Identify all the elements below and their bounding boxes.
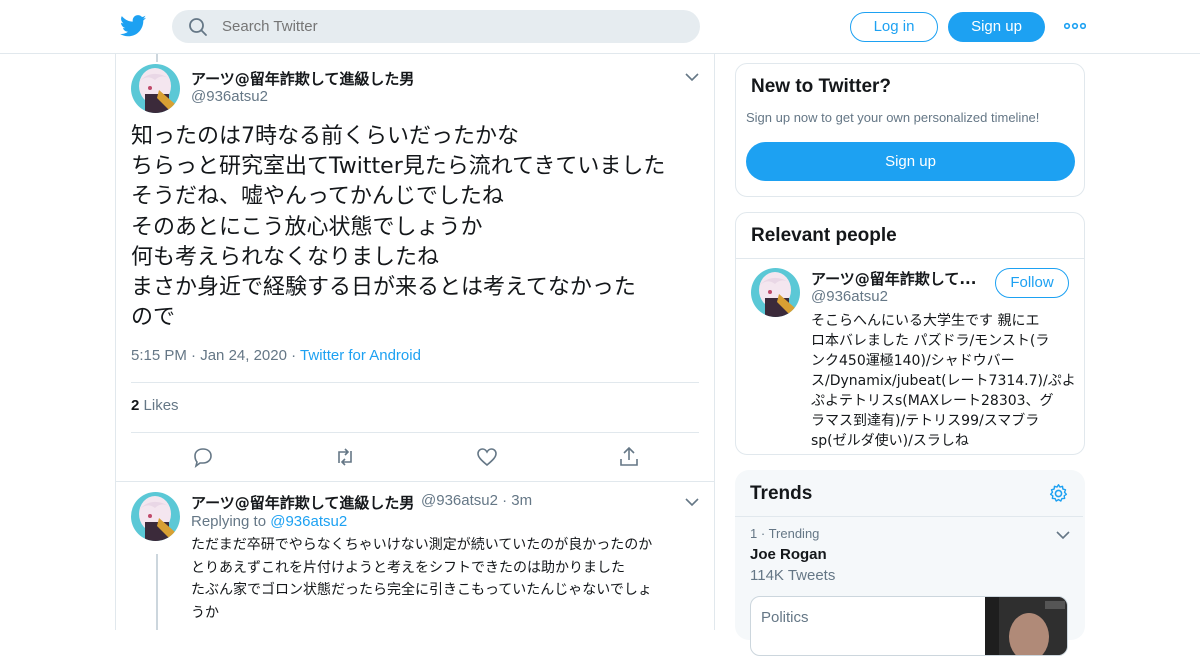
person-avatar[interactable] [751, 268, 800, 317]
search-icon [189, 18, 207, 36]
person-handle[interactable]: @936atsu2 [811, 288, 888, 305]
chevron-down-icon[interactable] [684, 72, 700, 82]
replying-to-label: Replying to [191, 513, 267, 530]
trend-rank: 1 [750, 526, 758, 541]
tweet-body: 知ったのは7時なる前くらいだったかな ちらっと研究室出てTwitter見たら流れ… [131, 122, 706, 333]
reply-author-handle[interactable]: @936atsu2 [421, 492, 498, 509]
likes-count[interactable]: 2 Likes [131, 397, 179, 414]
tweet-date[interactable]: Jan 24, 2020 [200, 347, 287, 364]
tweet-text-line: そうだね、嘘やんってかんじでしたね [131, 184, 504, 210]
share-icon[interactable] [617, 445, 641, 469]
author-handle[interactable]: @936atsu2 [191, 88, 268, 105]
relevant-people-card: Relevant people アーツ@留年詐欺して... @936atsu2 … [735, 212, 1085, 455]
bio-line: ス/Dynamix/jubeat(レート7314.7)/ぷよ [811, 373, 1076, 389]
chevron-down-icon[interactable] [1055, 530, 1071, 540]
likes-number: 2 [131, 397, 140, 414]
reply-author-handle-and-age[interactable]: @936atsu2 · 3m [421, 492, 532, 509]
bio-line: ロ本バレました パズドラ/モンスト(ラ [811, 333, 1050, 349]
replying-to-handle[interactable]: @936atsu2 [270, 513, 347, 530]
reply-age[interactable]: 3m [511, 492, 532, 509]
trends-card: Trends 1 · Trending Joe Rogan 114K Tweet… [735, 470, 1085, 656]
bio-line: sp(ゼルダ使い)/スラしね [811, 433, 969, 449]
tweet-text-line: 知ったのは7時なる前くらいだったかな [131, 124, 519, 149]
person-bio: そこらへんにいる大学生です 親にエ ロ本バレました パズドラ/モンスト(ラ ンク… [811, 311, 1076, 451]
likes-label: Likes [143, 397, 179, 414]
trend-tweet-count: 114K Tweets [750, 567, 836, 584]
news-thumbnail [985, 597, 1067, 655]
tweet-metadata: 5:15 PM · Jan 24, 2020 · Twitter for And… [131, 347, 421, 364]
reply-text-line: たぶん家でゴロン状態だったら完全に引きこもっていたんじゃないでしょ [191, 582, 652, 598]
new-to-twitter-card: New to Twitter? Sign up now to get your … [735, 63, 1085, 197]
news-category-label: Politics [761, 609, 809, 626]
tweet-source-link[interactable]: Twitter for Android [300, 347, 421, 364]
signup-button[interactable]: Sign up [948, 12, 1045, 42]
divider [131, 432, 699, 433]
divider [735, 516, 1083, 517]
search-bar[interactable] [172, 10, 700, 43]
tweet-time[interactable]: 5:15 PM [131, 347, 187, 364]
reply-text-line: とりあえずこれを片付けようと考えをシフトできたのは助かりました [191, 559, 625, 576]
follow-button[interactable]: Follow [995, 268, 1069, 298]
tweet-text-line: ちらっと研究室出てTwitter見たら流れてきていました [131, 154, 666, 180]
more-options-icon[interactable] [1064, 18, 1086, 34]
trend-name[interactable]: Joe Rogan [750, 546, 827, 563]
divider [736, 258, 1084, 259]
tweet-separator [116, 481, 714, 482]
chevron-down-icon[interactable] [684, 497, 700, 507]
main-timeline-column: アーツ@留年詐欺して進級した男 @936atsu2 知ったのは7時なる前くらいだ… [115, 54, 715, 630]
top-navigation-bar: Log in Sign up [0, 0, 1200, 54]
trend-news-card[interactable]: Politics [750, 596, 1068, 656]
twitter-bird-icon[interactable] [120, 14, 146, 38]
retweet-icon[interactable] [333, 445, 357, 469]
reply-author-name[interactable]: アーツ@留年詐欺して進級した男 [191, 492, 414, 513]
card-title: Trends [750, 483, 813, 504]
trend-meta: 1 · Trending [750, 526, 820, 541]
card-title: New to Twitter? [751, 76, 892, 97]
replying-to: Replying to @936atsu2 [191, 513, 347, 530]
trend-context: Trending [768, 526, 820, 541]
heart-icon[interactable] [475, 445, 499, 469]
reply-icon[interactable] [191, 445, 215, 469]
card-subtitle: Sign up now to get your own personalized… [746, 110, 1040, 125]
bio-line: ラマス到達有)/テトリス99/スマブラ [811, 413, 1040, 429]
reply-body: ただまだ卒研でやらなくちゃいけない測定が続いていたのが良かったのか とりあえずこ… [191, 534, 701, 624]
card-title: Relevant people [751, 225, 897, 246]
thread-connector-line [156, 54, 158, 62]
tweet-text-line: そのあとにこう放心状態でしょうか [131, 214, 483, 240]
author-name[interactable]: アーツ@留年詐欺して進級した男 [191, 68, 414, 89]
bio-line: そこらへんにいる大学生です 親にエ [811, 313, 1040, 329]
reply-author-avatar[interactable] [131, 492, 180, 541]
author-avatar[interactable] [131, 64, 180, 113]
reply-text-line: うか [191, 604, 219, 621]
signup-button[interactable]: Sign up [746, 142, 1075, 181]
tweet-text-line: 何も考えられなくなりましたね [131, 244, 440, 270]
tweet-text-line: まさか身近で経験する日が来るとは考えてなかった [131, 275, 636, 301]
reply-text-line: ただまだ卒研でやらなくちゃいけない測定が続いていたのが良かったのか [191, 537, 653, 553]
login-button[interactable]: Log in [850, 12, 938, 42]
bio-line: ンク450運極140)/シャドウバー [811, 353, 1015, 369]
person-name[interactable]: アーツ@留年詐欺して... [811, 268, 976, 289]
bio-line: ぷよテトリスs(MAXレート28303、グ [811, 393, 1054, 409]
thread-connector-line [156, 554, 158, 630]
tweet-text-line: ので [131, 305, 176, 331]
divider [131, 382, 699, 383]
search-input[interactable] [222, 10, 682, 43]
settings-gear-icon[interactable] [1048, 483, 1069, 504]
